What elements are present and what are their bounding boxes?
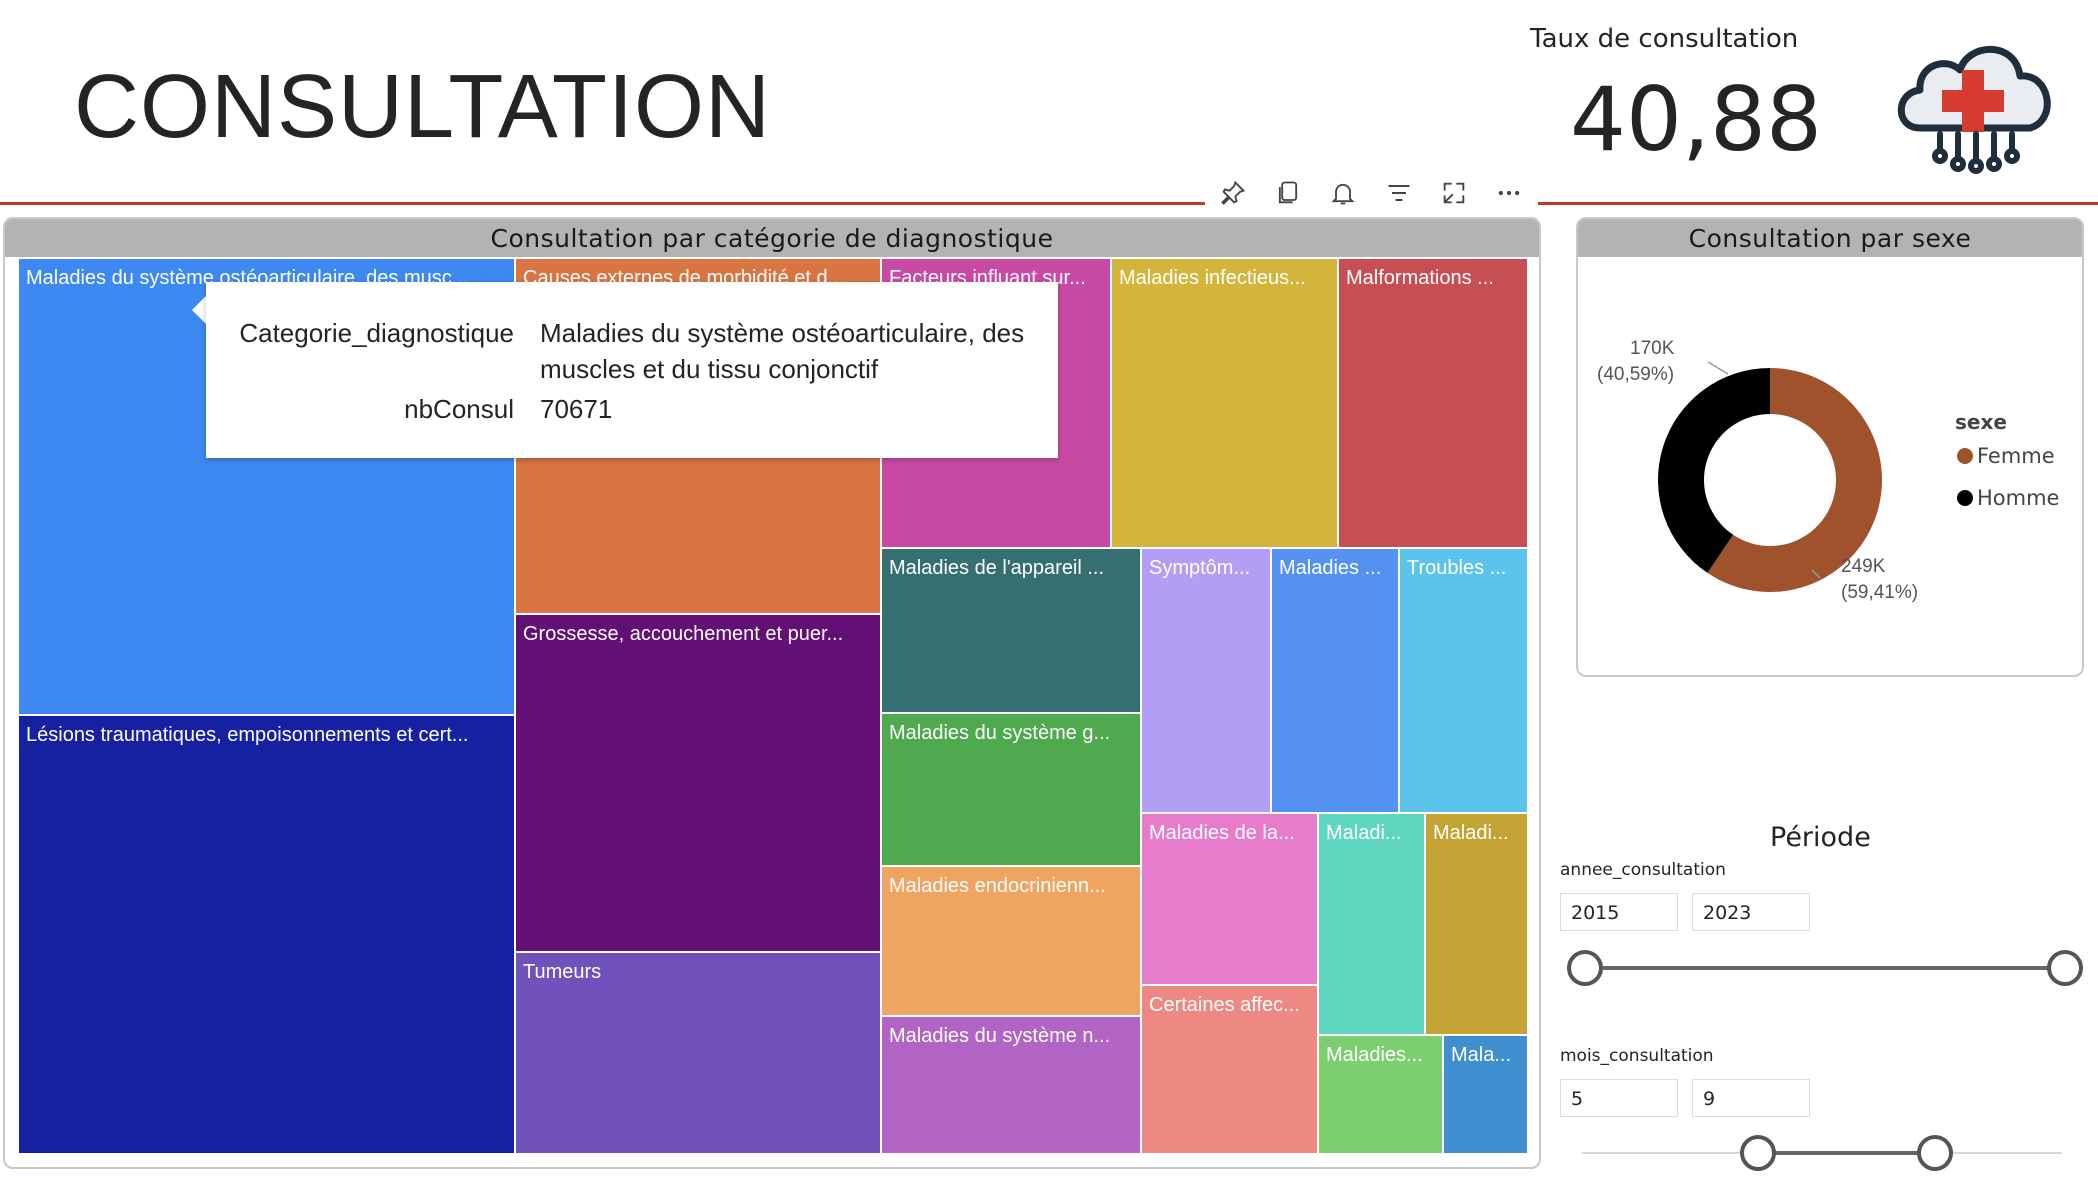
donut-label-homme-pct: (40,59%) (1597, 364, 1675, 385)
year-from-input[interactable]: 2015 (1560, 893, 1678, 931)
month-slider-track[interactable] (1760, 1151, 1935, 1155)
donut-label-femme-value: 249K (1841, 556, 1886, 577)
month-slider-start-handle[interactable] (1740, 1135, 1776, 1171)
month-slider-end-handle[interactable] (1917, 1135, 1953, 1171)
year-slider-start-handle[interactable] (1567, 950, 1603, 986)
treemap-title: Consultation par catégorie de diagnostiq… (5, 219, 1539, 257)
treemap-cell[interactable]: Maladies ... (1271, 548, 1399, 813)
legend-title: sexe (1955, 410, 2007, 434)
copy-icon[interactable] (1274, 179, 1302, 207)
year-slider-track[interactable] (1585, 966, 2065, 970)
tooltip-field-name: nbConsul (404, 394, 514, 424)
treemap-cell[interactable]: Symptôm... (1141, 548, 1271, 813)
header-divider-right (1538, 202, 2098, 205)
treemap-cell[interactable]: Maladi... (1318, 813, 1425, 1035)
month-from-input[interactable]: 5 (1560, 1079, 1678, 1117)
header-divider (0, 202, 1205, 205)
treemap-cell[interactable]: Maladies infectieus... (1111, 258, 1338, 548)
month-to-input[interactable]: 9 (1692, 1079, 1810, 1117)
treemap-cell[interactable]: Certaines affec... (1141, 985, 1318, 1154)
legend-dot (1957, 448, 1973, 464)
donut-title: Consultation par sexe (1578, 219, 2082, 257)
treemap-cell[interactable]: Troubles ... (1399, 548, 1528, 813)
slicer-field-year: annee_consultation (1560, 860, 1726, 880)
year-to-input[interactable]: 2023 (1692, 893, 1810, 931)
tooltip-field-value: 70671 (540, 394, 613, 424)
treemap-cell[interactable]: Grossesse, accouchement et puer... (515, 614, 881, 952)
page-title: CONSULTATION (74, 57, 772, 157)
visual-toolbar (1205, 178, 1537, 208)
legend-label: Homme (1977, 486, 2060, 510)
kpi-value: 40,88 (1570, 68, 1822, 171)
treemap-cell[interactable]: Maladies endocrinienn... (881, 866, 1141, 1016)
treemap-cell[interactable]: Lésions traumatiques, empoisonnements et… (18, 715, 515, 1154)
treemap-cell[interactable]: Tumeurs (515, 952, 881, 1154)
legend-item-femme[interactable]: Femme (1957, 444, 2055, 468)
treemap-cell[interactable]: Maladies du système n... (881, 1016, 1141, 1154)
tooltip-field-value: Maladies du système ostéoarticulaire, de… (540, 318, 1025, 348)
pin-icon[interactable] (1219, 179, 1247, 207)
treemap-cell[interactable]: Mala... (1443, 1035, 1528, 1154)
kpi-label: Taux de consultation (1530, 24, 1799, 54)
legend-label: Femme (1977, 444, 2055, 468)
treemap-cell[interactable]: Maladies du système g... (881, 713, 1141, 866)
donut-label-femme-pct: (59,41%) (1841, 582, 1919, 603)
filter-icon[interactable] (1385, 179, 1413, 207)
donut-label-homme-value: 170K (1630, 338, 1675, 359)
treemap-cell[interactable]: Maladies... (1318, 1035, 1443, 1154)
donut-slice-homme[interactable] (1658, 368, 1770, 573)
slicer-title: Période (1770, 822, 1871, 853)
cloud-health-icon (1897, 45, 2051, 174)
tooltip-field-value: muscles et du tissu conjonctif (540, 354, 879, 384)
treemap-cell[interactable]: Malformations ... (1338, 258, 1528, 548)
leader-line (1707, 361, 1729, 375)
tooltip-field-name: Categorie_diagnostique (239, 318, 514, 348)
legend-item-homme[interactable]: Homme (1957, 486, 2059, 510)
year-slider-end-handle[interactable] (2047, 950, 2083, 986)
treemap-tooltip: Categorie_diagnostique Maladies du systè… (206, 282, 1058, 458)
treemap-cell[interactable]: Maladies de la... (1141, 813, 1318, 985)
slicer-field-month: mois_consultation (1560, 1046, 1714, 1066)
legend-dot (1957, 490, 1973, 506)
tooltip-pointer (192, 296, 206, 324)
focus-mode-icon[interactable] (1440, 179, 1468, 207)
treemap-cell[interactable]: Maladies de l'appareil ... (881, 548, 1141, 713)
treemap-cell[interactable]: Maladi... (1425, 813, 1528, 1035)
bell-icon[interactable] (1329, 179, 1357, 207)
more-options-icon[interactable] (1495, 179, 1523, 207)
